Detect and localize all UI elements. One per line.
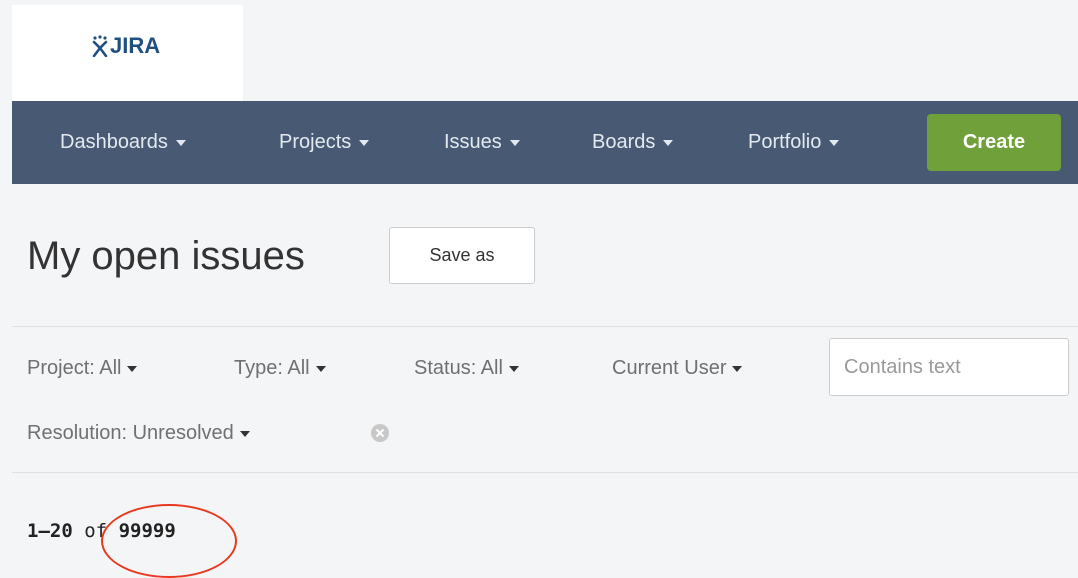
results-of: of bbox=[84, 520, 108, 542]
nav-dashboards[interactable]: Dashboards bbox=[60, 131, 186, 154]
filter-current-user-label: Current User bbox=[612, 357, 727, 379]
nav-portfolio[interactable]: Portfolio bbox=[748, 131, 840, 154]
nav-portfolio-label: Portfolio bbox=[748, 131, 822, 153]
divider bbox=[12, 326, 1078, 327]
nav-projects[interactable]: Projects bbox=[279, 131, 370, 154]
page-title: My open issues bbox=[27, 234, 305, 278]
divider bbox=[12, 472, 1078, 473]
chevron-down-icon bbox=[508, 365, 519, 372]
jira-logo[interactable]: JIRA bbox=[92, 33, 160, 59]
filter-status[interactable]: Status: All bbox=[414, 357, 519, 380]
chevron-down-icon bbox=[663, 139, 674, 146]
chevron-down-icon bbox=[127, 365, 138, 372]
chevron-down-icon bbox=[315, 365, 326, 372]
jira-mark-icon bbox=[92, 35, 108, 57]
results-count: 1–20 of 99999 bbox=[27, 520, 176, 542]
filter-current-user[interactable]: Current User bbox=[612, 357, 743, 380]
search-input[interactable] bbox=[829, 338, 1069, 396]
nav-boards-label: Boards bbox=[592, 131, 656, 153]
chevron-down-icon bbox=[359, 139, 370, 146]
filter-resolution[interactable]: Resolution: Unresolved bbox=[27, 422, 250, 445]
results-total: 99999 bbox=[118, 520, 176, 542]
logo-area: JIRA bbox=[12, 5, 243, 101]
chevron-down-icon bbox=[239, 430, 250, 437]
nav-issues-label: Issues bbox=[444, 131, 502, 153]
filter-project[interactable]: Project: All bbox=[27, 357, 138, 380]
save-as-button[interactable]: Save as bbox=[389, 227, 535, 284]
filter-resolution-label: Resolution: Unresolved bbox=[27, 422, 234, 444]
filter-type-label: Type: All bbox=[234, 357, 310, 379]
nav-boards[interactable]: Boards bbox=[592, 131, 674, 154]
nav-dashboards-label: Dashboards bbox=[60, 131, 168, 153]
chevron-down-icon bbox=[175, 139, 186, 146]
filter-project-label: Project: All bbox=[27, 357, 122, 379]
filter-type[interactable]: Type: All bbox=[234, 357, 326, 380]
top-navigation: Dashboards Projects Issues Boards Portfo… bbox=[12, 101, 1078, 184]
nav-projects-label: Projects bbox=[279, 131, 352, 153]
chevron-down-icon bbox=[829, 139, 840, 146]
chevron-down-icon bbox=[509, 139, 520, 146]
logo-text: JIRA bbox=[110, 33, 161, 58]
nav-issues[interactable]: Issues bbox=[444, 131, 520, 154]
chevron-down-icon bbox=[732, 365, 743, 372]
results-range: 1–20 bbox=[27, 520, 73, 542]
filter-status-label: Status: All bbox=[414, 357, 503, 379]
clear-filters-icon[interactable] bbox=[371, 424, 389, 442]
create-button[interactable]: Create bbox=[927, 114, 1061, 171]
